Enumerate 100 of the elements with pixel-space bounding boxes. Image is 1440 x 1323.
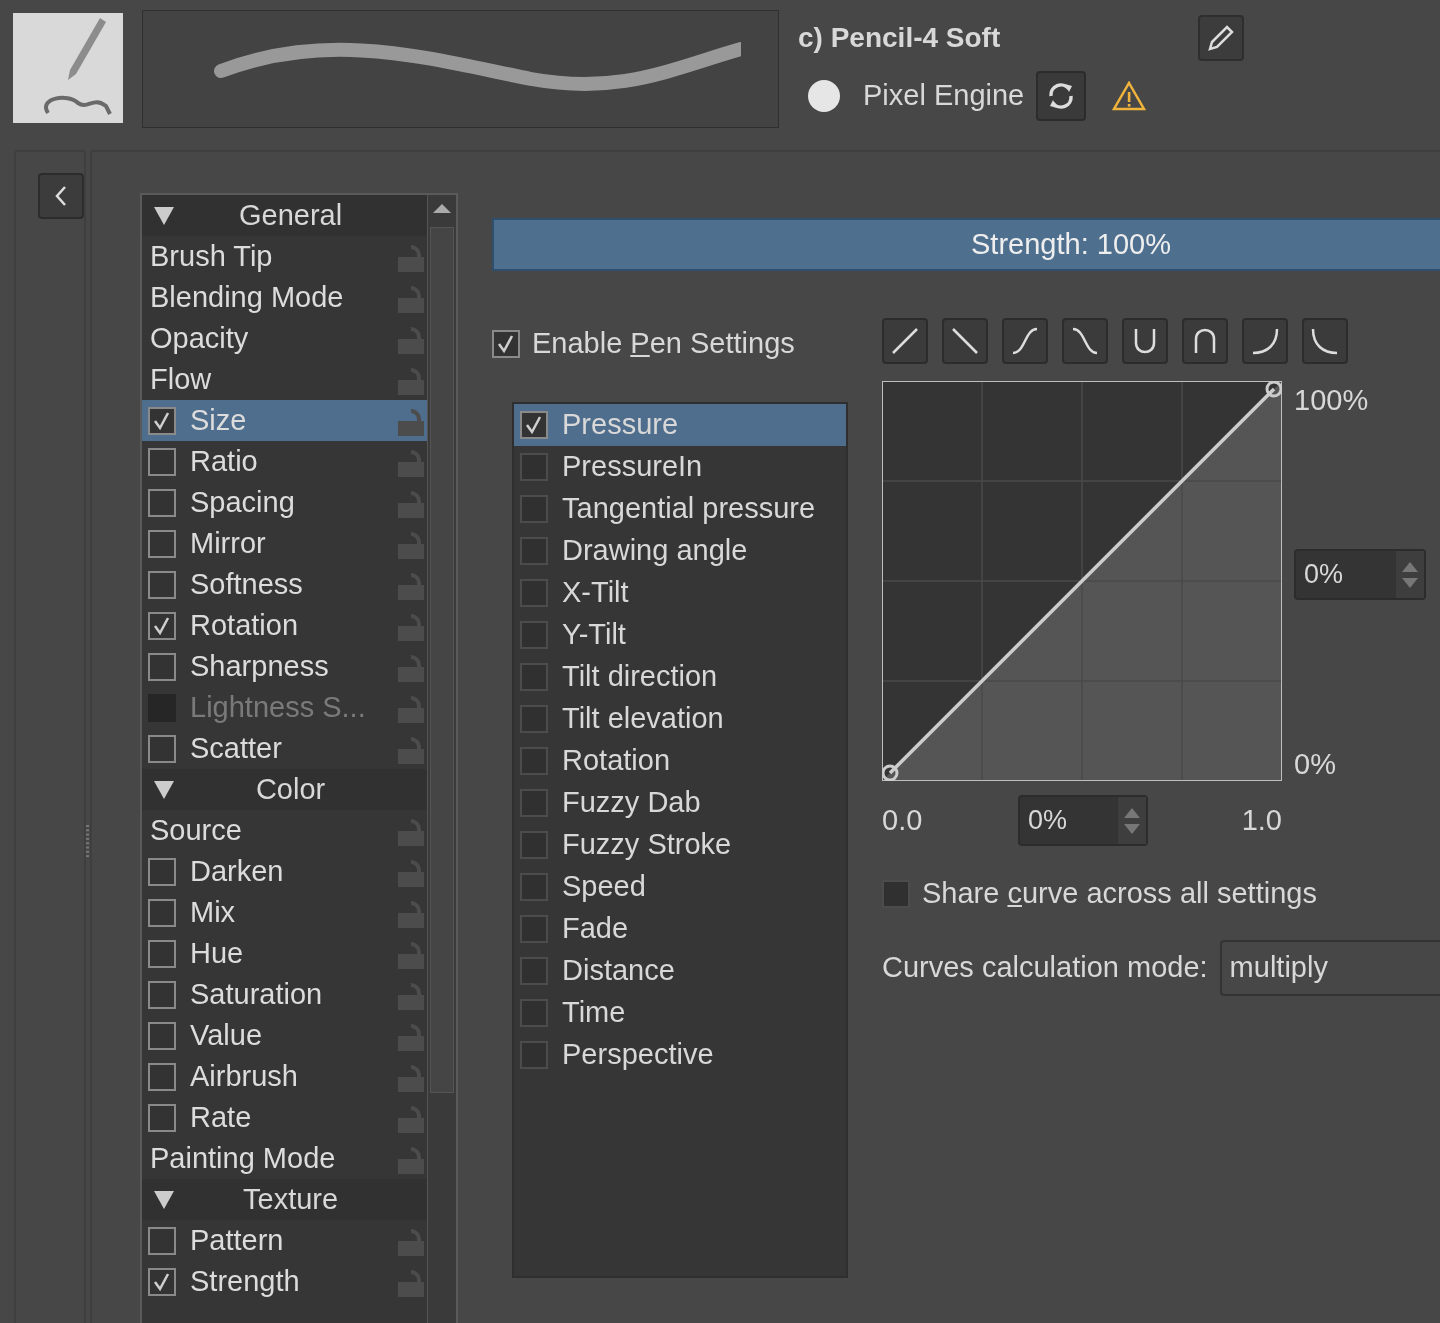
brush-thumbnail[interactable]: [13, 13, 123, 123]
checkbox[interactable]: [520, 621, 548, 649]
checkbox[interactable]: [520, 873, 548, 901]
back-button[interactable]: [38, 173, 84, 219]
curve-graph-drawing[interactable]: [882, 381, 1282, 781]
checkbox[interactable]: [520, 705, 548, 733]
collapse-triangle-icon[interactable]: [154, 780, 174, 799]
option-item[interactable]: Darken: [142, 851, 428, 892]
reload-button[interactable]: [1036, 71, 1087, 121]
sensor-item[interactable]: Fuzzy Stroke: [514, 824, 846, 866]
collapse-triangle-icon[interactable]: [154, 206, 174, 225]
option-item[interactable]: Scatter: [142, 728, 428, 769]
checkbox[interactable]: [520, 537, 548, 565]
sensor-item[interactable]: Tilt elevation: [514, 698, 846, 740]
scrollbar-thumb[interactable]: [430, 227, 455, 1093]
sensor-item[interactable]: Rotation: [514, 740, 846, 782]
checkbox[interactable]: [520, 663, 548, 691]
checkbox[interactable]: [148, 1267, 176, 1296]
checkbox[interactable]: [148, 488, 176, 517]
option-item[interactable]: Hue: [142, 933, 428, 974]
checkbox[interactable]: [148, 857, 176, 886]
curve-preset-button[interactable]: [1242, 318, 1288, 364]
curve-preset-button[interactable]: [882, 318, 928, 364]
sensor-item[interactable]: Perspective: [514, 1034, 846, 1076]
checkbox[interactable]: [520, 747, 548, 775]
sensor-item[interactable]: Pressure: [514, 404, 846, 446]
option-item[interactable]: Rotation: [142, 605, 428, 646]
sensor-item[interactable]: Tangential pressure: [514, 488, 846, 530]
checkbox[interactable]: [520, 957, 548, 985]
section-header[interactable]: General: [142, 195, 428, 236]
checkbox[interactable]: [148, 939, 176, 968]
checkbox[interactable]: [520, 831, 548, 859]
option-item[interactable]: Value: [142, 1015, 428, 1056]
checkbox[interactable]: [520, 579, 548, 607]
sensor-item[interactable]: Speed: [514, 866, 846, 908]
curve-preset-button[interactable]: [942, 318, 988, 364]
curve-preset-button[interactable]: [1182, 318, 1228, 364]
option-item[interactable]: Sharpness: [142, 646, 428, 687]
sensor-item[interactable]: Fade: [514, 908, 846, 950]
section-header[interactable]: Color: [142, 769, 428, 810]
checkbox[interactable]: [148, 652, 176, 681]
option-item[interactable]: Ratio: [142, 441, 428, 482]
checkbox[interactable]: [148, 898, 176, 927]
share-curve-label[interactable]: Share curve across all settings: [922, 877, 1317, 909]
option-item[interactable]: Blending Mode: [142, 277, 428, 318]
checkbox[interactable]: [148, 734, 176, 763]
checkbox[interactable]: [148, 1226, 176, 1255]
option-item[interactable]: Mirror: [142, 523, 428, 564]
splitter-grip-icon[interactable]: [86, 825, 90, 859]
checkbox[interactable]: [520, 915, 548, 943]
checkbox[interactable]: [520, 495, 548, 523]
checkbox[interactable]: [520, 411, 548, 439]
option-item[interactable]: Softness: [142, 564, 428, 605]
checkbox[interactable]: [148, 447, 176, 476]
sensor-item[interactable]: PressureIn: [514, 446, 846, 488]
strength-slider[interactable]: Strength: 100%: [492, 218, 1440, 271]
edit-button[interactable]: [1198, 15, 1244, 61]
collapse-triangle-icon[interactable]: [154, 1190, 174, 1209]
checkbox[interactable]: [520, 789, 548, 817]
curve-preset-button[interactable]: [1062, 318, 1108, 364]
curve-preset-button[interactable]: [1302, 318, 1348, 364]
checkbox[interactable]: [148, 570, 176, 599]
x-value-spinbox[interactable]: 0%: [1018, 795, 1148, 846]
checkbox[interactable]: [148, 406, 176, 435]
sensor-item[interactable]: Tilt direction: [514, 656, 846, 698]
checkbox[interactable]: [520, 999, 548, 1027]
calculation-mode-dropdown[interactable]: multiply: [1219, 939, 1440, 996]
option-item[interactable]: Pattern: [142, 1220, 428, 1261]
sensor-item[interactable]: Time: [514, 992, 846, 1034]
checkbox[interactable]: [148, 980, 176, 1009]
y-value-spinbox[interactable]: 0%: [1294, 549, 1426, 600]
option-item[interactable]: Strength: [142, 1261, 428, 1302]
option-item[interactable]: Rate: [142, 1097, 428, 1138]
option-item[interactable]: Source: [142, 810, 428, 851]
curve-preset-button[interactable]: [1122, 318, 1168, 364]
scrollbar[interactable]: [427, 195, 456, 1323]
sensor-item[interactable]: X-Tilt: [514, 572, 846, 614]
option-item[interactable]: Spacing: [142, 482, 428, 523]
section-header[interactable]: Texture: [142, 1179, 428, 1220]
option-item[interactable]: Saturation: [142, 974, 428, 1015]
checkbox[interactable]: [148, 529, 176, 558]
sensor-item[interactable]: Drawing angle: [514, 530, 846, 572]
checkbox[interactable]: [148, 1062, 176, 1091]
enable-pen-settings-label[interactable]: Enable Pen Settings: [532, 327, 795, 360]
checkbox[interactable]: [520, 453, 548, 481]
checkbox[interactable]: [520, 1041, 548, 1069]
option-item[interactable]: Flow: [142, 359, 428, 400]
option-item[interactable]: Opacity: [142, 318, 428, 359]
down-arrow-icon[interactable]: [1402, 577, 1418, 588]
sensor-item[interactable]: Y-Tilt: [514, 614, 846, 656]
checkbox[interactable]: [148, 611, 176, 640]
curve-preset-button[interactable]: [1002, 318, 1048, 364]
option-item[interactable]: Painting Mode: [142, 1138, 428, 1179]
sensor-item[interactable]: Fuzzy Dab: [514, 782, 846, 824]
option-item[interactable]: Airbrush: [142, 1056, 428, 1097]
option-item[interactable]: Mix: [142, 892, 428, 933]
checkbox[interactable]: [492, 330, 520, 358]
down-arrow-icon[interactable]: [1124, 823, 1140, 834]
checkbox[interactable]: [148, 1021, 176, 1050]
up-arrow-icon[interactable]: [1124, 807, 1140, 818]
